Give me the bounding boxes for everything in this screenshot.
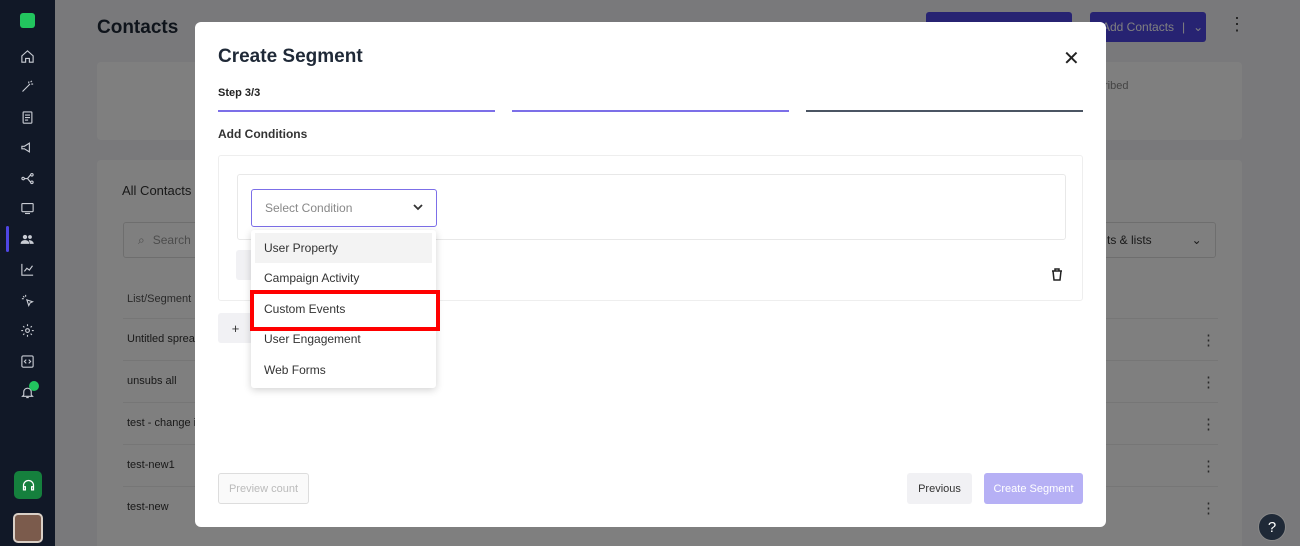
highlight-box [250,290,440,331]
create-segment-button[interactable]: Create Segment [984,473,1083,504]
step-bar-1 [218,110,495,112]
step-bar-3 [806,110,1083,112]
condition-add-button[interactable] [236,250,252,280]
add-condition-button[interactable]: + [218,313,253,343]
select-placeholder: Select Condition [265,201,353,215]
document-icon[interactable] [19,109,36,126]
close-icon[interactable]: ✕ [1063,46,1080,71]
option-campaign-activity[interactable]: Campaign Activity [251,263,436,293]
sidebar [0,0,55,546]
gear-icon[interactable] [19,322,36,339]
chart-icon[interactable] [19,261,36,278]
select-condition-dropdown[interactable]: Select Condition [251,189,437,227]
flow-icon[interactable] [19,170,36,187]
magic-wand-icon[interactable] [19,78,36,95]
active-indicator [6,226,9,252]
code-icon[interactable] [19,353,36,370]
help-button[interactable]: ? [1258,513,1286,541]
megaphone-icon[interactable] [19,139,36,156]
notification-badge [29,381,39,391]
option-user-property[interactable]: User Property [255,233,432,263]
avatar[interactable] [13,513,43,543]
chevron-down-icon [413,204,423,211]
trash-icon[interactable] [1051,268,1063,281]
modal-title: Create Segment [218,46,363,67]
click-icon[interactable] [19,292,36,309]
logo-icon[interactable] [20,13,35,28]
contacts-icon[interactable] [19,231,36,248]
step-indicator: Step 3/3 [218,87,261,99]
create-segment-modal: Create Segment ✕ Step 3/3 Add Conditions… [195,22,1106,527]
home-icon[interactable] [19,48,36,65]
option-web-forms[interactable]: Web Forms [251,355,436,385]
message-icon[interactable] [19,200,36,217]
previous-button[interactable]: Previous [907,473,972,504]
headset-icon[interactable] [14,471,42,499]
preview-count-button[interactable]: Preview count [218,473,309,504]
section-heading: Add Conditions [218,127,308,141]
step-bar-2 [512,110,789,112]
